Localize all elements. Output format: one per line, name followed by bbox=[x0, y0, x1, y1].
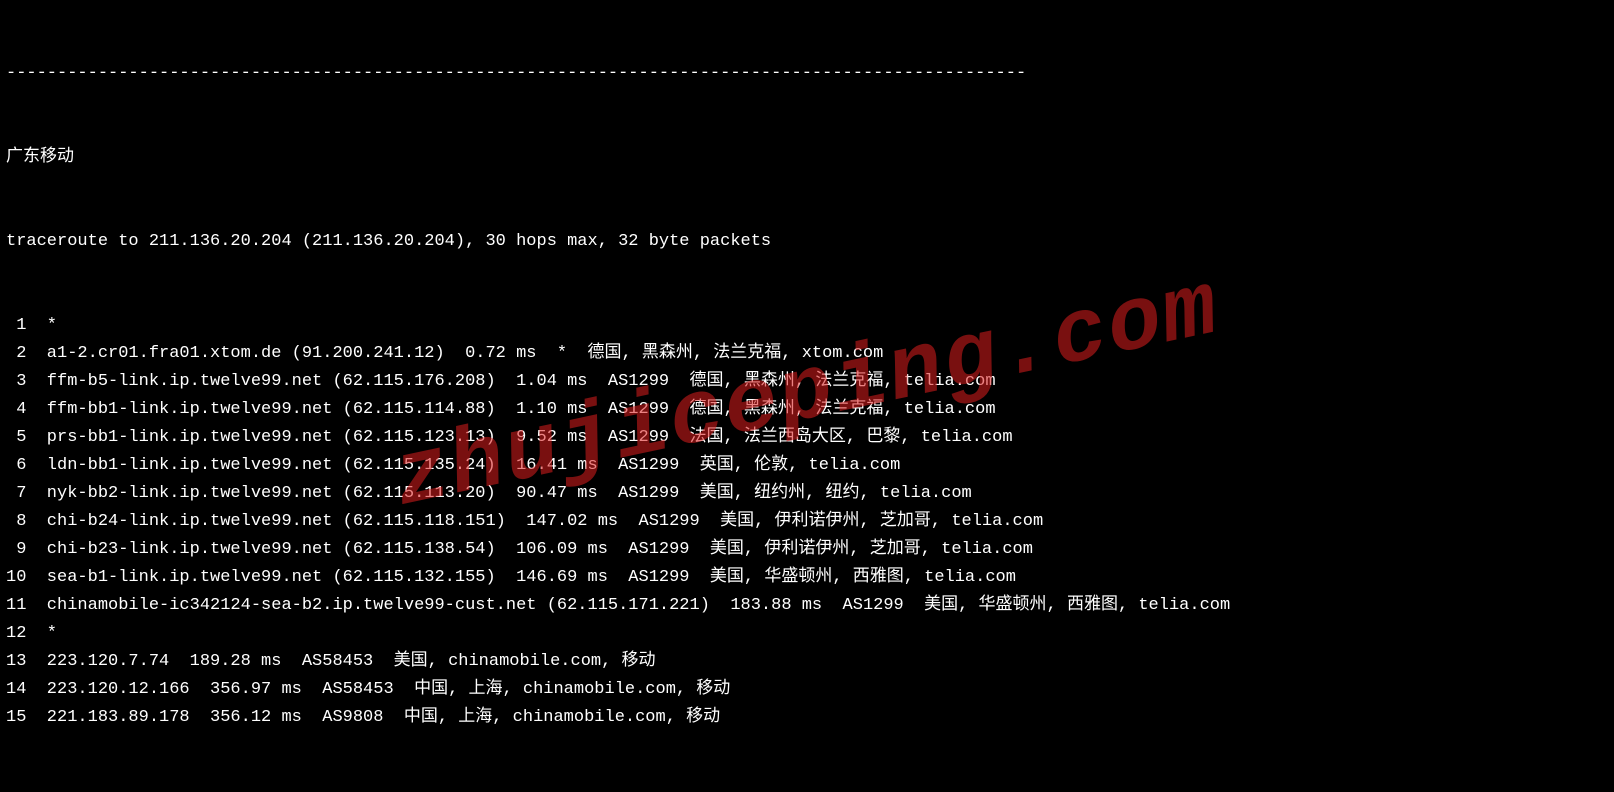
traceroute-hops: 1 * 2 a1-2.cr01.fra01.xtom.de (91.200.24… bbox=[6, 312, 1608, 732]
traceroute-hop: 10 sea-b1-link.ip.twelve99.net (62.115.1… bbox=[6, 564, 1608, 592]
traceroute-hop: 12 * bbox=[6, 620, 1608, 648]
traceroute-hop: 5 prs-bb1-link.ip.twelve99.net (62.115.1… bbox=[6, 424, 1608, 452]
traceroute-hop: 1 * bbox=[6, 312, 1608, 340]
traceroute-hop: 6 ldn-bb1-link.ip.twelve99.net (62.115.1… bbox=[6, 452, 1608, 480]
traceroute-hop: 8 chi-b24-link.ip.twelve99.net (62.115.1… bbox=[6, 508, 1608, 536]
traceroute-hop: 3 ffm-b5-link.ip.twelve99.net (62.115.17… bbox=[6, 368, 1608, 396]
traceroute-command: traceroute to 211.136.20.204 (211.136.20… bbox=[6, 228, 1608, 256]
traceroute-hop: 15 221.183.89.178 356.12 ms AS9808 中国, 上… bbox=[6, 704, 1608, 732]
traceroute-hop: 11 chinamobile-ic342124-sea-b2.ip.twelve… bbox=[6, 592, 1608, 620]
divider-line: ----------------------------------------… bbox=[6, 60, 1608, 88]
traceroute-hop: 13 223.120.7.74 189.28 ms AS58453 美国, ch… bbox=[6, 648, 1608, 676]
traceroute-hop: 4 ffm-bb1-link.ip.twelve99.net (62.115.1… bbox=[6, 396, 1608, 424]
traceroute-hop: 7 nyk-bb2-link.ip.twelve99.net (62.115.1… bbox=[6, 480, 1608, 508]
terminal-output: ----------------------------------------… bbox=[0, 0, 1614, 792]
traceroute-hop: 2 a1-2.cr01.fra01.xtom.de (91.200.241.12… bbox=[6, 340, 1608, 368]
traceroute-hop: 14 223.120.12.166 356.97 ms AS58453 中国, … bbox=[6, 676, 1608, 704]
isp-title: 广东移动 bbox=[6, 144, 1608, 172]
traceroute-hop: 9 chi-b23-link.ip.twelve99.net (62.115.1… bbox=[6, 536, 1608, 564]
